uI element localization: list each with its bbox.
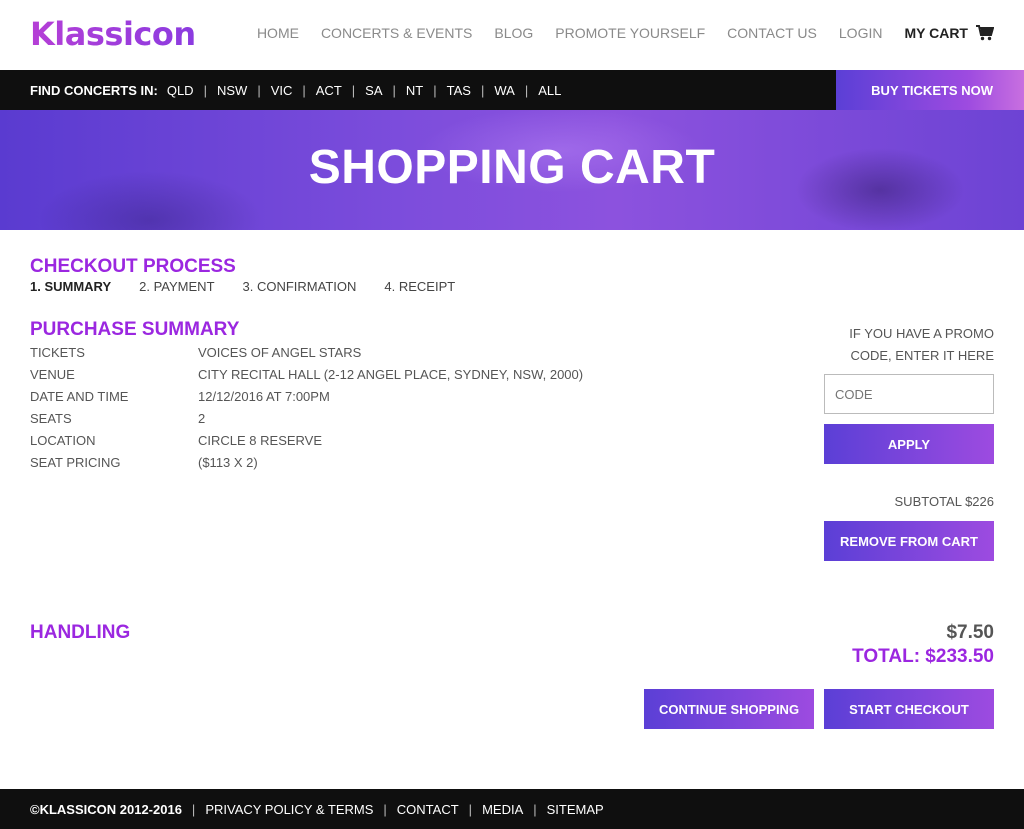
step-summary: 1. SUMMARY	[30, 279, 112, 294]
page-title: SHOPPING CART	[308, 141, 716, 194]
summary-row-venue: VENUE CITY RECITAL HALL (2-12 ANGEL PLAC…	[30, 363, 583, 385]
summary-value: 2	[198, 410, 206, 426]
start-checkout-button[interactable]: START CHECKOUT	[824, 689, 994, 729]
promo-line-1: IF YOU HAVE A PROMO	[849, 326, 994, 341]
region-qld[interactable]: QLD	[167, 83, 194, 98]
divider: |	[468, 801, 473, 817]
apply-button[interactable]: APPLY	[824, 424, 994, 464]
region-vic[interactable]: VIC	[271, 83, 293, 98]
summary-value: ($113 X 2)	[198, 454, 258, 470]
footer-contact-link[interactable]: CONTACT	[397, 802, 459, 817]
divider: |	[191, 801, 196, 817]
region-all[interactable]: ALL	[538, 83, 561, 98]
summary-row-tickets: TICKETS VOICES OF ANGEL STARS	[30, 341, 583, 363]
region-nsw[interactable]: NSW	[217, 83, 247, 98]
copyright-text: ©KLASSICON 2012-2016	[30, 801, 182, 817]
divider: |	[257, 82, 261, 98]
region-tas[interactable]: TAS	[447, 83, 471, 98]
footer-sitemap-link[interactable]: SITEMAP	[547, 802, 604, 817]
nav-promote-yourself[interactable]: PROMOTE YOURSELF	[555, 25, 705, 41]
checkout-steps: 1. SUMMARY 2. PAYMENT 3. CONFIRMATION 4.…	[30, 279, 483, 294]
nav-blog[interactable]: BLOG	[494, 25, 533, 41]
summary-row-date-time: DATE AND TIME 12/12/2016 AT 7:00PM	[30, 385, 583, 407]
site-logo[interactable]: Klassicon	[30, 14, 196, 54]
summary-label: DATE AND TIME	[30, 388, 129, 404]
remove-from-cart-button[interactable]: REMOVE FROM CART	[824, 521, 994, 561]
main-nav: HOME CONCERTS & EVENTS BLOG PROMOTE YOUR…	[235, 25, 994, 41]
summary-label: VENUE	[30, 366, 75, 382]
divider: |	[480, 82, 485, 98]
summary-label: SEAT PRICING	[30, 454, 121, 470]
total-amount: TOTAL: $233.50	[852, 646, 994, 667]
divider: |	[351, 82, 356, 98]
step-receipt: 4. RECEIPT	[384, 279, 456, 294]
summary-label: SEATS	[30, 410, 72, 426]
site-header: Klassicon HOME CONCERTS & EVENTS BLOG PR…	[0, 0, 1024, 70]
divider: |	[302, 82, 306, 98]
summary-value: VOICES OF ANGEL STARS	[198, 344, 362, 360]
divider: |	[392, 82, 396, 98]
footer-media-link[interactable]: MEDIA	[482, 802, 523, 817]
checkout-process-heading: CHECKOUT PROCESS	[30, 256, 236, 277]
shopping-cart-icon	[976, 25, 994, 41]
find-concerts-label: FIND CONCERTS IN:	[30, 82, 158, 98]
divider: |	[524, 82, 529, 98]
summary-value: CITY RECITAL HALL (2-12 ANGEL PLACE, SYD…	[198, 366, 584, 382]
promo-instructions: IF YOU HAVE A PROMO CODE, ENTER IT HERE	[814, 323, 994, 367]
summary-row-location: LOCATION CIRCLE 8 RESERVE	[30, 429, 583, 451]
summary-row-seats: SEATS 2	[30, 407, 583, 429]
handling-label: HANDLING	[30, 622, 131, 643]
summary-label: LOCATION	[30, 432, 96, 448]
region-filter: FIND CONCERTS IN: QLD | NSW | VIC | ACT | SA…	[30, 70, 561, 110]
promo-line-2: CODE, ENTER IT HERE	[850, 348, 994, 363]
purchase-summary-heading: PURCHASE SUMMARY	[30, 319, 240, 340]
buy-tickets-now-button[interactable]: BUY TICKETS NOW	[836, 70, 1024, 110]
nav-concerts-events[interactable]: CONCERTS & EVENTS	[321, 25, 472, 41]
region-sa[interactable]: SA	[365, 83, 382, 98]
nav-login[interactable]: LOGIN	[839, 25, 883, 41]
divider: |	[433, 82, 437, 98]
purchase-summary-table: TICKETS VOICES OF ANGEL STARS VENUE CITY…	[30, 341, 583, 473]
summary-label: TICKETS	[30, 344, 85, 360]
continue-shopping-button[interactable]: CONTINUE SHOPPING	[644, 689, 814, 729]
step-payment: 2. PAYMENT	[139, 279, 215, 294]
handling-amount: $7.50	[946, 622, 994, 643]
nav-home[interactable]: HOME	[257, 25, 299, 41]
promo-code-input[interactable]	[824, 374, 994, 414]
region-nt[interactable]: NT	[406, 83, 423, 98]
region-wa[interactable]: WA	[494, 83, 514, 98]
my-cart-label: MY CART	[904, 25, 968, 41]
divider: |	[383, 801, 387, 817]
summary-value: CIRCLE 8 RESERVE	[198, 432, 323, 448]
nav-contact-us[interactable]: CONTACT US	[727, 25, 817, 41]
site-footer: ©KLASSICON 2012-2016 | PRIVACY POLICY & …	[0, 789, 1024, 829]
region-act[interactable]: ACT	[316, 83, 342, 98]
nav-my-cart[interactable]: MY CART	[904, 25, 994, 41]
summary-row-seat-pricing: SEAT PRICING ($113 X 2)	[30, 451, 583, 473]
subtotal-text: SUBTOTAL $226	[894, 494, 994, 509]
hero-banner: SHOPPING CART	[0, 110, 1024, 230]
step-confirmation: 3. CONFIRMATION	[242, 279, 357, 294]
divider: |	[203, 82, 207, 98]
divider: |	[533, 801, 537, 817]
footer-privacy-link[interactable]: PRIVACY POLICY & TERMS	[205, 802, 373, 817]
summary-value: 12/12/2016 AT 7:00PM	[198, 388, 330, 404]
